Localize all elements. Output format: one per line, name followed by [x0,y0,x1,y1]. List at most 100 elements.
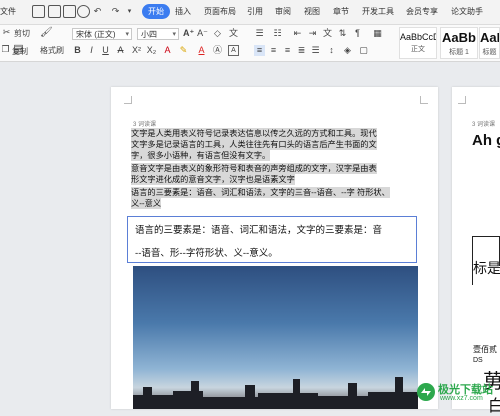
style-heading-1[interactable]: AaBb 标题 1 [440,27,478,59]
text-box-line: --语音、形--字符形状、义--意义。 [135,248,278,259]
menu-file[interactable]: 文件 [0,6,16,17]
paragraph-1-line[interactable]: 文字是人类用表义符号记录表达信息以传之久远的方式和工具。现代 [131,128,377,139]
ribbon-toolbar: ✂ 剪切 ▤ ❐ 复制 🖌 格式刷 宋体 (正文) ▾ 小四 ▾ A⁺ A⁻ ◇… [0,25,500,62]
tab-review[interactable]: 审阅 [275,6,291,17]
print-icon[interactable] [63,5,76,18]
skyline-building [348,383,357,409]
phonetic-guide-icon[interactable]: 文 [228,28,239,39]
save-icon[interactable] [48,5,61,18]
page-2-small-text[interactable]: 壹佰贰 [473,344,497,355]
tab-home[interactable]: 开始 [142,4,170,19]
char-shading-icon[interactable]: Ⓐ [212,45,223,56]
paragraph-1-line[interactable]: 字，很多小语种，有语言但没有文字。 [131,150,271,161]
tab-developer[interactable]: 开发工具 [362,6,394,17]
chevron-down-icon: ▾ [125,31,129,38]
undo-icon[interactable]: ↶ [92,6,103,17]
superscript-icon[interactable]: X² [131,45,142,56]
copy-button[interactable]: 复制 [12,46,28,57]
tab-chapter[interactable]: 章节 [333,6,349,17]
style-heading[interactable]: AaBl 标题 [479,27,500,59]
table-icon[interactable]: ▦ [372,28,383,39]
font-size-select[interactable]: 小四 ▾ [137,28,179,40]
open-icon[interactable] [32,5,45,18]
increase-font-icon[interactable]: A⁺ [183,28,194,39]
chinese-layout-icon[interactable]: 文 [322,28,333,39]
sort-icon[interactable]: ⇅ [337,28,348,39]
tab-references[interactable]: 引用 [247,6,263,17]
paragraph-3-line[interactable]: 语言的三要素是：语音、词汇和语法，文字的三音--语音、--字 符形状、 [131,187,390,198]
redo-icon[interactable]: ↷ [110,6,121,17]
skyline-building [318,396,368,409]
subscript-icon[interactable]: X₂ [146,45,157,56]
scissors-icon[interactable]: ✂ [1,27,12,38]
tab-insert[interactable]: 插入 [175,6,191,17]
increase-indent-icon[interactable]: ⇥ [307,28,318,39]
skyline-building [258,393,318,409]
margin-corner-mark [458,96,466,104]
margin-corner-mark [420,96,428,104]
text-box[interactable]: 语言的三要素是：语音、词汇和语法，文字的三要素是：音 --语音、形--字符形状、… [127,216,417,263]
preview-icon[interactable] [77,5,90,18]
style-heading-1-name: 标题 1 [449,49,469,56]
menu-bar: 文件 ↶ ↷ ▾ 开始 插入 页面布局 引用 审阅 视图 章节 开发工具 会员专… [0,0,500,25]
tab-page-layout[interactable]: 页面布局 [204,6,236,17]
bold-icon[interactable]: B [72,45,83,56]
watermark-logo-icon [417,383,435,401]
text-box-line: 语言的三要素是：语音、词汇和语法，文字的三要素是：音 [135,225,383,236]
highlight-icon[interactable]: ✎ [178,45,189,56]
city-dusk-photo[interactable] [133,266,418,409]
tab-paper-assistant[interactable]: 论文助手 [451,6,483,17]
quick-access-more-icon[interactable]: ▾ [124,6,135,17]
paragraph-1-line[interactable]: 文字多是记录语言的工具，人类往往先有口头的语言后产生书面的文 [131,139,377,150]
distribute-icon[interactable]: ☰ [310,45,321,56]
page-header-label: 3 词读课 [133,122,157,128]
skyline-building [293,379,300,409]
style-normal-name: 正文 [411,46,425,53]
style-normal[interactable]: AaBbCcD 正文 [399,27,437,59]
skyline-building [143,387,152,409]
style-heading-sample: AaBl [480,30,499,45]
paragraph-3-line[interactable]: 义--意义 [131,198,162,209]
page-2-heading[interactable]: Ah g [472,132,500,149]
font-name-value: 宋体 (正文) [76,30,116,39]
strikethrough-icon[interactable]: A [115,45,126,56]
char-border-icon[interactable]: A [228,45,239,56]
bullets-icon[interactable]: ☰ [254,28,265,39]
text-effect-icon[interactable]: A [162,45,173,56]
skyline-building [395,377,403,409]
paragraph-2-line[interactable]: 意音文字是由表义的象形符号和表音的声旁组成的文字，汉字是由表 [131,163,377,174]
format-painter-icon[interactable]: 🖌 [40,27,53,38]
cut-button[interactable]: 剪切 [14,28,30,39]
clear-format-icon[interactable]: ◇ [212,28,223,39]
watermark-url: www.xz7.com [440,395,483,402]
page-2-title[interactable]: 标是 [473,258,500,278]
numbering-icon[interactable]: ☷ [272,28,283,39]
align-center-icon[interactable]: ≡ [268,45,279,56]
page-2-small-text[interactable]: DS [473,357,483,364]
font-color-icon[interactable]: A [196,45,207,56]
site-watermark: 极光下载站 www.xz7.com [416,379,494,405]
font-name-select[interactable]: 宋体 (正文) ▾ [72,28,132,40]
show-marks-icon[interactable]: ¶ [352,28,363,39]
copy-icon[interactable]: ❐ [0,44,11,55]
style-heading-name: 标题 [482,49,497,56]
chevron-down-icon: ▾ [172,31,176,38]
line-spacing-icon[interactable]: ↕ [326,45,337,56]
skyline-building [191,381,199,409]
tab-member[interactable]: 会员专享 [406,6,438,17]
skyline-building [368,392,418,409]
font-size-value: 小四 [141,30,157,39]
italic-icon[interactable]: I [86,45,97,56]
align-right-icon[interactable]: ≡ [282,45,293,56]
shading-icon[interactable]: ◈ [342,45,353,56]
decrease-font-icon[interactable]: A⁻ [197,28,208,39]
decrease-indent-icon[interactable]: ⇤ [292,28,303,39]
underline-icon[interactable]: U [100,45,111,56]
justify-icon[interactable]: ≣ [296,45,307,56]
tab-view[interactable]: 视图 [304,6,320,17]
paragraph-2-line[interactable]: 形文字进化成的意音文字，汉字也是语素文字 [131,174,295,185]
format-painter-button[interactable]: 格式刷 [40,45,64,56]
skyline-building [133,395,173,409]
borders-icon[interactable]: ▢ [358,45,369,56]
align-left-icon[interactable]: ≡ [254,45,265,56]
